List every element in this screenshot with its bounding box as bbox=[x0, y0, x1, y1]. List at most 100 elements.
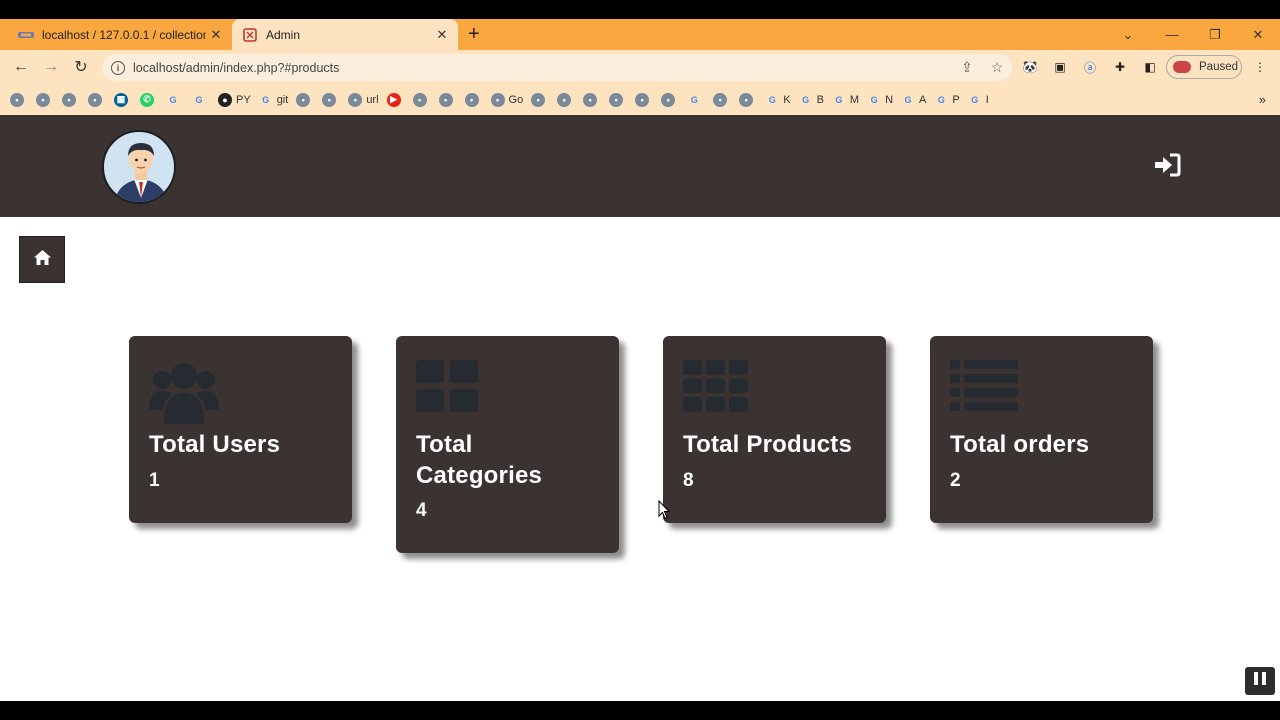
bookmark-item[interactable]: • bbox=[438, 92, 457, 107]
bookmark-item[interactable]: ▦ bbox=[114, 92, 132, 107]
bookmark-item[interactable]: G bbox=[166, 93, 184, 107]
card-total-categories[interactable]: Total Categories 4 bbox=[396, 336, 619, 553]
tab-close-icon[interactable]: ✕ bbox=[206, 27, 226, 43]
card-total-users[interactable]: Total Users 1 bbox=[129, 336, 352, 523]
bookmark-item[interactable]: • url bbox=[348, 92, 379, 107]
bookmark-item[interactable]: ● PY bbox=[218, 92, 251, 107]
address-bar[interactable]: i localhost/admin/index.php?#products ⇪ … bbox=[102, 54, 1012, 81]
bookmark-icon: • bbox=[609, 92, 624, 107]
bookmark-item[interactable]: • bbox=[322, 92, 340, 107]
admin-header bbox=[0, 115, 1280, 217]
bookmark-star-icon[interactable]: ☆ bbox=[982, 59, 1012, 76]
bookmark-item[interactable]: • bbox=[713, 92, 731, 107]
tab-search-icon[interactable]: ⌄ bbox=[1108, 19, 1148, 50]
bookmark-item[interactable]: GN bbox=[867, 93, 893, 107]
tab-admin[interactable]: Admin ✕ bbox=[232, 19, 458, 50]
bookmark-item[interactable]: GM bbox=[832, 93, 859, 107]
bookmarks-overflow-icon[interactable]: » bbox=[1259, 92, 1266, 107]
card-total-products[interactable]: Total Products 8 bbox=[663, 336, 886, 523]
bookmark-item[interactable]: • bbox=[464, 92, 483, 107]
bookmark-icon: • bbox=[296, 92, 311, 107]
bookmark-item[interactable]: • bbox=[609, 92, 627, 107]
bookmark-item[interactable]: • bbox=[531, 92, 549, 107]
google-icon: G bbox=[802, 94, 810, 105]
new-tab-button[interactable]: + bbox=[468, 23, 480, 45]
tab-phpmyadmin[interactable]: localhost / 127.0.0.1 / collection ✕ bbox=[8, 19, 232, 50]
google-icon: G bbox=[904, 94, 912, 105]
bookmark-item[interactable]: • bbox=[635, 92, 653, 107]
bookmark-label: I bbox=[985, 93, 989, 106]
side-panel-icon[interactable]: ◧ bbox=[1141, 58, 1159, 76]
bookmark-icon: • bbox=[438, 92, 453, 107]
extensions-puzzle-icon[interactable]: ✚ bbox=[1111, 58, 1129, 76]
bookmark-item[interactable]: • bbox=[62, 92, 80, 107]
google-icon: G bbox=[835, 94, 843, 105]
admin-icon bbox=[242, 27, 258, 43]
home-icon bbox=[33, 249, 51, 270]
bookmark-item[interactable]: • bbox=[739, 92, 757, 107]
profile-avatar-icon bbox=[1173, 61, 1191, 73]
github-icon: ● bbox=[218, 92, 232, 107]
bookmark-item[interactable]: G bbox=[192, 93, 210, 107]
menu-kebab-icon[interactable]: ⋮ bbox=[1251, 58, 1269, 76]
bookmark-label: A bbox=[919, 93, 927, 106]
bookmark-item[interactable]: • bbox=[10, 92, 28, 107]
bookmark-icon: • bbox=[412, 92, 427, 107]
bookmark-item[interactable]: • bbox=[583, 92, 601, 107]
bookmark-icon: • bbox=[36, 92, 50, 107]
profile-status: Paused bbox=[1199, 61, 1239, 73]
bookmark-item[interactable]: GA bbox=[901, 93, 927, 107]
phpmyadmin-icon bbox=[18, 27, 34, 43]
pause-button[interactable] bbox=[1245, 667, 1275, 695]
address-url[interactable]: localhost/admin/index.php?#products bbox=[133, 61, 952, 75]
share-icon[interactable]: ⇪ bbox=[952, 59, 982, 76]
bookmark-item[interactable]: • Go bbox=[490, 92, 523, 107]
bottom-bar bbox=[0, 701, 1280, 720]
bookmark-icon: • bbox=[10, 92, 24, 107]
google-icon: G bbox=[262, 94, 270, 105]
bookmark-item[interactable]: • bbox=[557, 92, 575, 107]
home-button[interactable] bbox=[19, 236, 65, 283]
extension-panda-icon[interactable]: 🐼 bbox=[1021, 58, 1039, 76]
bookmark-item[interactable]: Ggit bbox=[259, 93, 288, 107]
bookmark-label: B bbox=[816, 93, 824, 106]
bookmark-item[interactable]: • bbox=[412, 92, 431, 107]
extension-image-icon[interactable]: ▣ bbox=[1051, 58, 1069, 76]
card-total-orders[interactable]: Total orders 2 bbox=[930, 336, 1153, 523]
bookmark-item[interactable]: • bbox=[661, 92, 679, 107]
profile-button[interactable]: Paused bbox=[1166, 55, 1242, 79]
bookmark-item[interactable]: ▶ bbox=[386, 92, 405, 107]
minimize-icon[interactable]: — bbox=[1152, 19, 1192, 50]
bookmark-item[interactable]: GB bbox=[799, 93, 824, 107]
bookmark-item[interactable]: GP bbox=[934, 93, 960, 107]
bookmark-label: url bbox=[366, 93, 379, 106]
bookmark-item[interactable]: GI bbox=[968, 93, 989, 107]
bookmark-item[interactable]: • bbox=[88, 92, 106, 107]
bookmark-label: PY bbox=[236, 93, 251, 106]
bookmark-icon: • bbox=[490, 92, 505, 107]
close-window-icon[interactable]: ✕ bbox=[1238, 19, 1278, 50]
bookmark-item[interactable]: G bbox=[687, 93, 705, 107]
admin-avatar[interactable] bbox=[102, 130, 176, 204]
bookmark-item[interactable]: GK bbox=[765, 93, 791, 107]
site-info-icon[interactable]: i bbox=[111, 60, 125, 75]
extension-a-icon[interactable]: ⓐ bbox=[1081, 58, 1099, 76]
bookmark-icon: • bbox=[557, 92, 572, 107]
back-arrow-icon[interactable]: ← bbox=[10, 56, 32, 78]
page-content: Total Users 1 Total Categories 4 Total P… bbox=[0, 115, 1280, 701]
card-title: Total Categories bbox=[416, 431, 543, 489]
forward-arrow-icon[interactable]: → bbox=[40, 56, 62, 78]
reload-icon[interactable]: ↻ bbox=[70, 56, 92, 78]
restore-icon[interactable]: ❐ bbox=[1195, 19, 1235, 50]
tab-close-icon[interactable]: ✕ bbox=[432, 27, 452, 43]
bookmark-label: K bbox=[783, 93, 791, 106]
bookmark-item[interactable]: • bbox=[296, 92, 314, 107]
bookmark-label: P bbox=[952, 93, 960, 106]
bookmark-icon: • bbox=[661, 92, 676, 107]
sign-in-icon[interactable] bbox=[1153, 153, 1181, 177]
card-value: 2 bbox=[950, 470, 961, 491]
bookmark-item[interactable]: • bbox=[36, 92, 54, 107]
bookmark-icon: • bbox=[88, 92, 102, 107]
bookmark-item[interactable]: ✆ bbox=[140, 92, 158, 107]
google-icon: G bbox=[768, 94, 776, 105]
